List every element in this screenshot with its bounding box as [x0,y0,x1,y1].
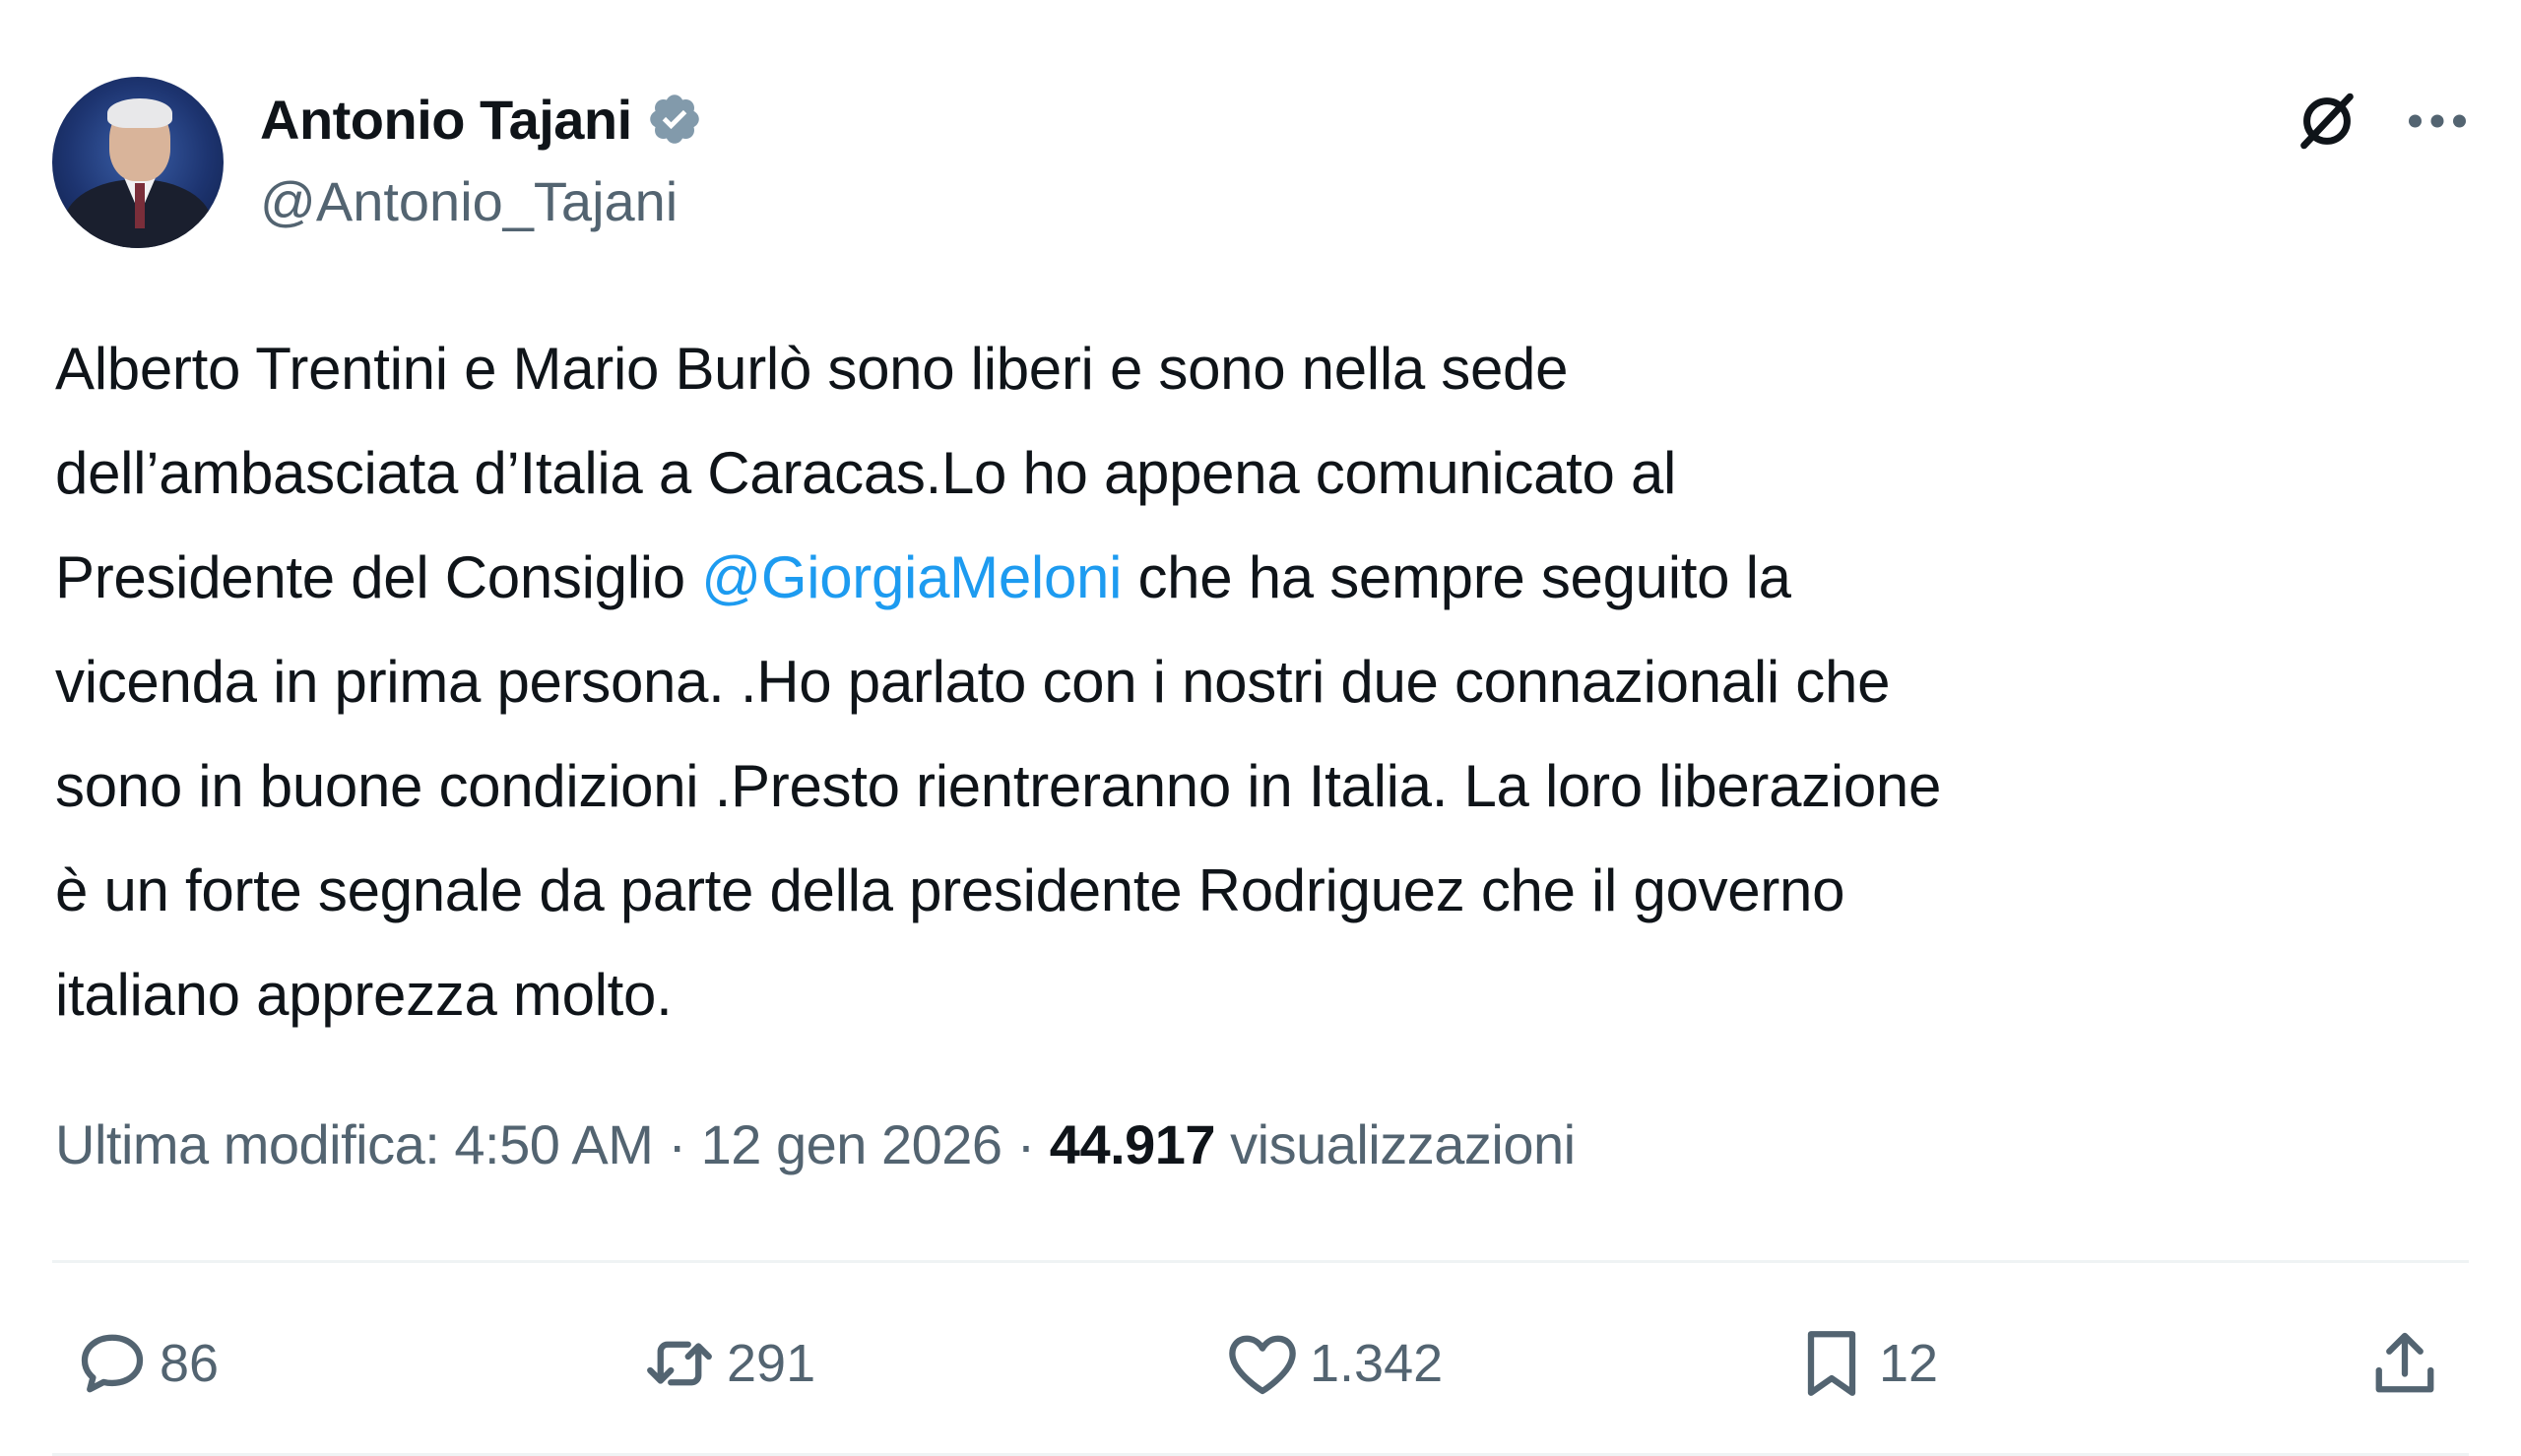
like-count: 1.342 [1310,1334,1444,1393]
reply-count: 86 [160,1334,220,1393]
bookmark-icon [1807,1331,1856,1396]
more-dots-icon[interactable] [2403,96,2472,146]
mention-link[interactable]: @GiorgiaMeloni [701,544,1122,610]
views-count: 44.917 [1049,1113,1216,1175]
like-button[interactable]: 1.342 [1221,1319,1443,1408]
repost-count: 291 [727,1334,816,1393]
repost-button[interactable]: 291 [638,1319,815,1408]
verified-badge-icon[interactable] [646,91,703,148]
reply-button[interactable]: 86 [71,1319,219,1408]
reply-icon [81,1334,144,1393]
edited-timestamp[interactable]: Ultima modifica: 4:50 AM · 12 gen 2026 · [55,1113,1050,1175]
bookmark-button[interactable]: 12 [1790,1319,1938,1408]
avatar[interactable] [52,77,224,248]
divider [52,1260,2469,1263]
grok-icon[interactable] [2293,87,2361,156]
share-button[interactable] [2363,1319,2446,1408]
author-handle[interactable]: @Antonio_Tajani [260,169,678,233]
share-icon [2375,1332,2434,1393]
repost-icon [647,1341,712,1386]
author-display-name[interactable]: Antonio Tajani [260,88,632,152]
tweet-card: Antonio Tajani @Antonio_Tajani Alberto T… [0,0,2521,1456]
bookmark-count: 12 [1879,1334,1939,1393]
tweet-text-part: che ha sempre seguito la vicenda in prim… [55,544,1942,1028]
heart-icon [1229,1335,1296,1395]
views-label: visualizzazioni [1215,1113,1576,1175]
author-name-row: Antonio Tajani [260,85,703,154]
tweet-text: Alberto Trentini e Mario Burlò sono libe… [55,317,2497,1047]
tweet-meta: Ultima modifica: 4:50 AM · 12 gen 2026 ·… [55,1112,1576,1176]
